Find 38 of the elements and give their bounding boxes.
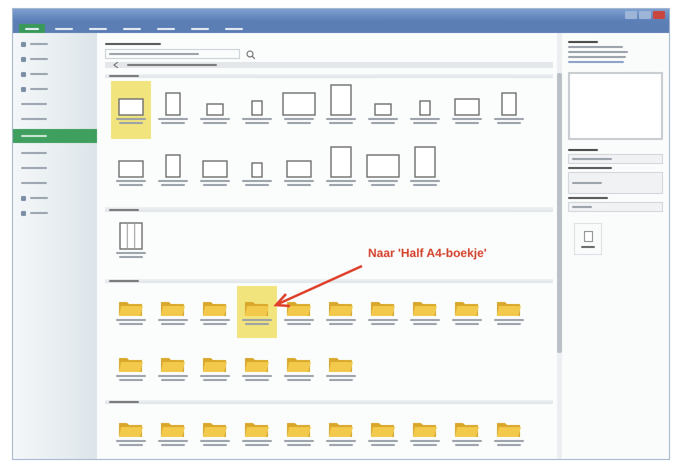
page-icon: [330, 84, 352, 116]
item-icon: [21, 210, 26, 216]
document-icon: [584, 230, 592, 242]
sidebar-item[interactable]: [13, 129, 97, 143]
item-icon: [21, 56, 26, 62]
dropdown-field[interactable]: [568, 202, 663, 212]
page-icon: [251, 100, 263, 116]
page-icon: [165, 92, 181, 116]
page-icon: [282, 92, 316, 116]
search-icon: [246, 50, 255, 59]
annotation-text: Naar 'Half A4-boekje': [368, 246, 487, 260]
scroll-bar[interactable]: [557, 33, 562, 459]
dropdown-field[interactable]: [568, 154, 663, 164]
item-icon: [21, 86, 26, 92]
page-icon: [165, 154, 181, 178]
template-folder[interactable]: [237, 286, 277, 338]
grid-page-icon: [119, 222, 143, 250]
page-icon: [206, 103, 224, 116]
page-icon: [501, 92, 517, 116]
page-icon: [118, 160, 144, 178]
page-icon: [366, 154, 400, 178]
page-icon: [286, 160, 312, 178]
item-icon: [21, 196, 26, 200]
search-field[interactable]: [105, 49, 240, 60]
page-icon: [330, 146, 352, 178]
create-button[interactable]: [574, 223, 602, 255]
template-tile[interactable]: [111, 81, 151, 140]
dropdown-field[interactable]: [568, 172, 663, 194]
ribbon-tab[interactable]: [19, 24, 45, 33]
page-icon: [118, 98, 144, 116]
item-icon: [21, 42, 26, 46]
page-icon: [454, 98, 480, 116]
item-icon: [21, 72, 26, 76]
page-icon: [251, 162, 263, 178]
page-icon: [419, 100, 431, 116]
page-icon: [202, 160, 228, 178]
page-icon: [414, 146, 436, 178]
page-icon: [374, 103, 392, 116]
